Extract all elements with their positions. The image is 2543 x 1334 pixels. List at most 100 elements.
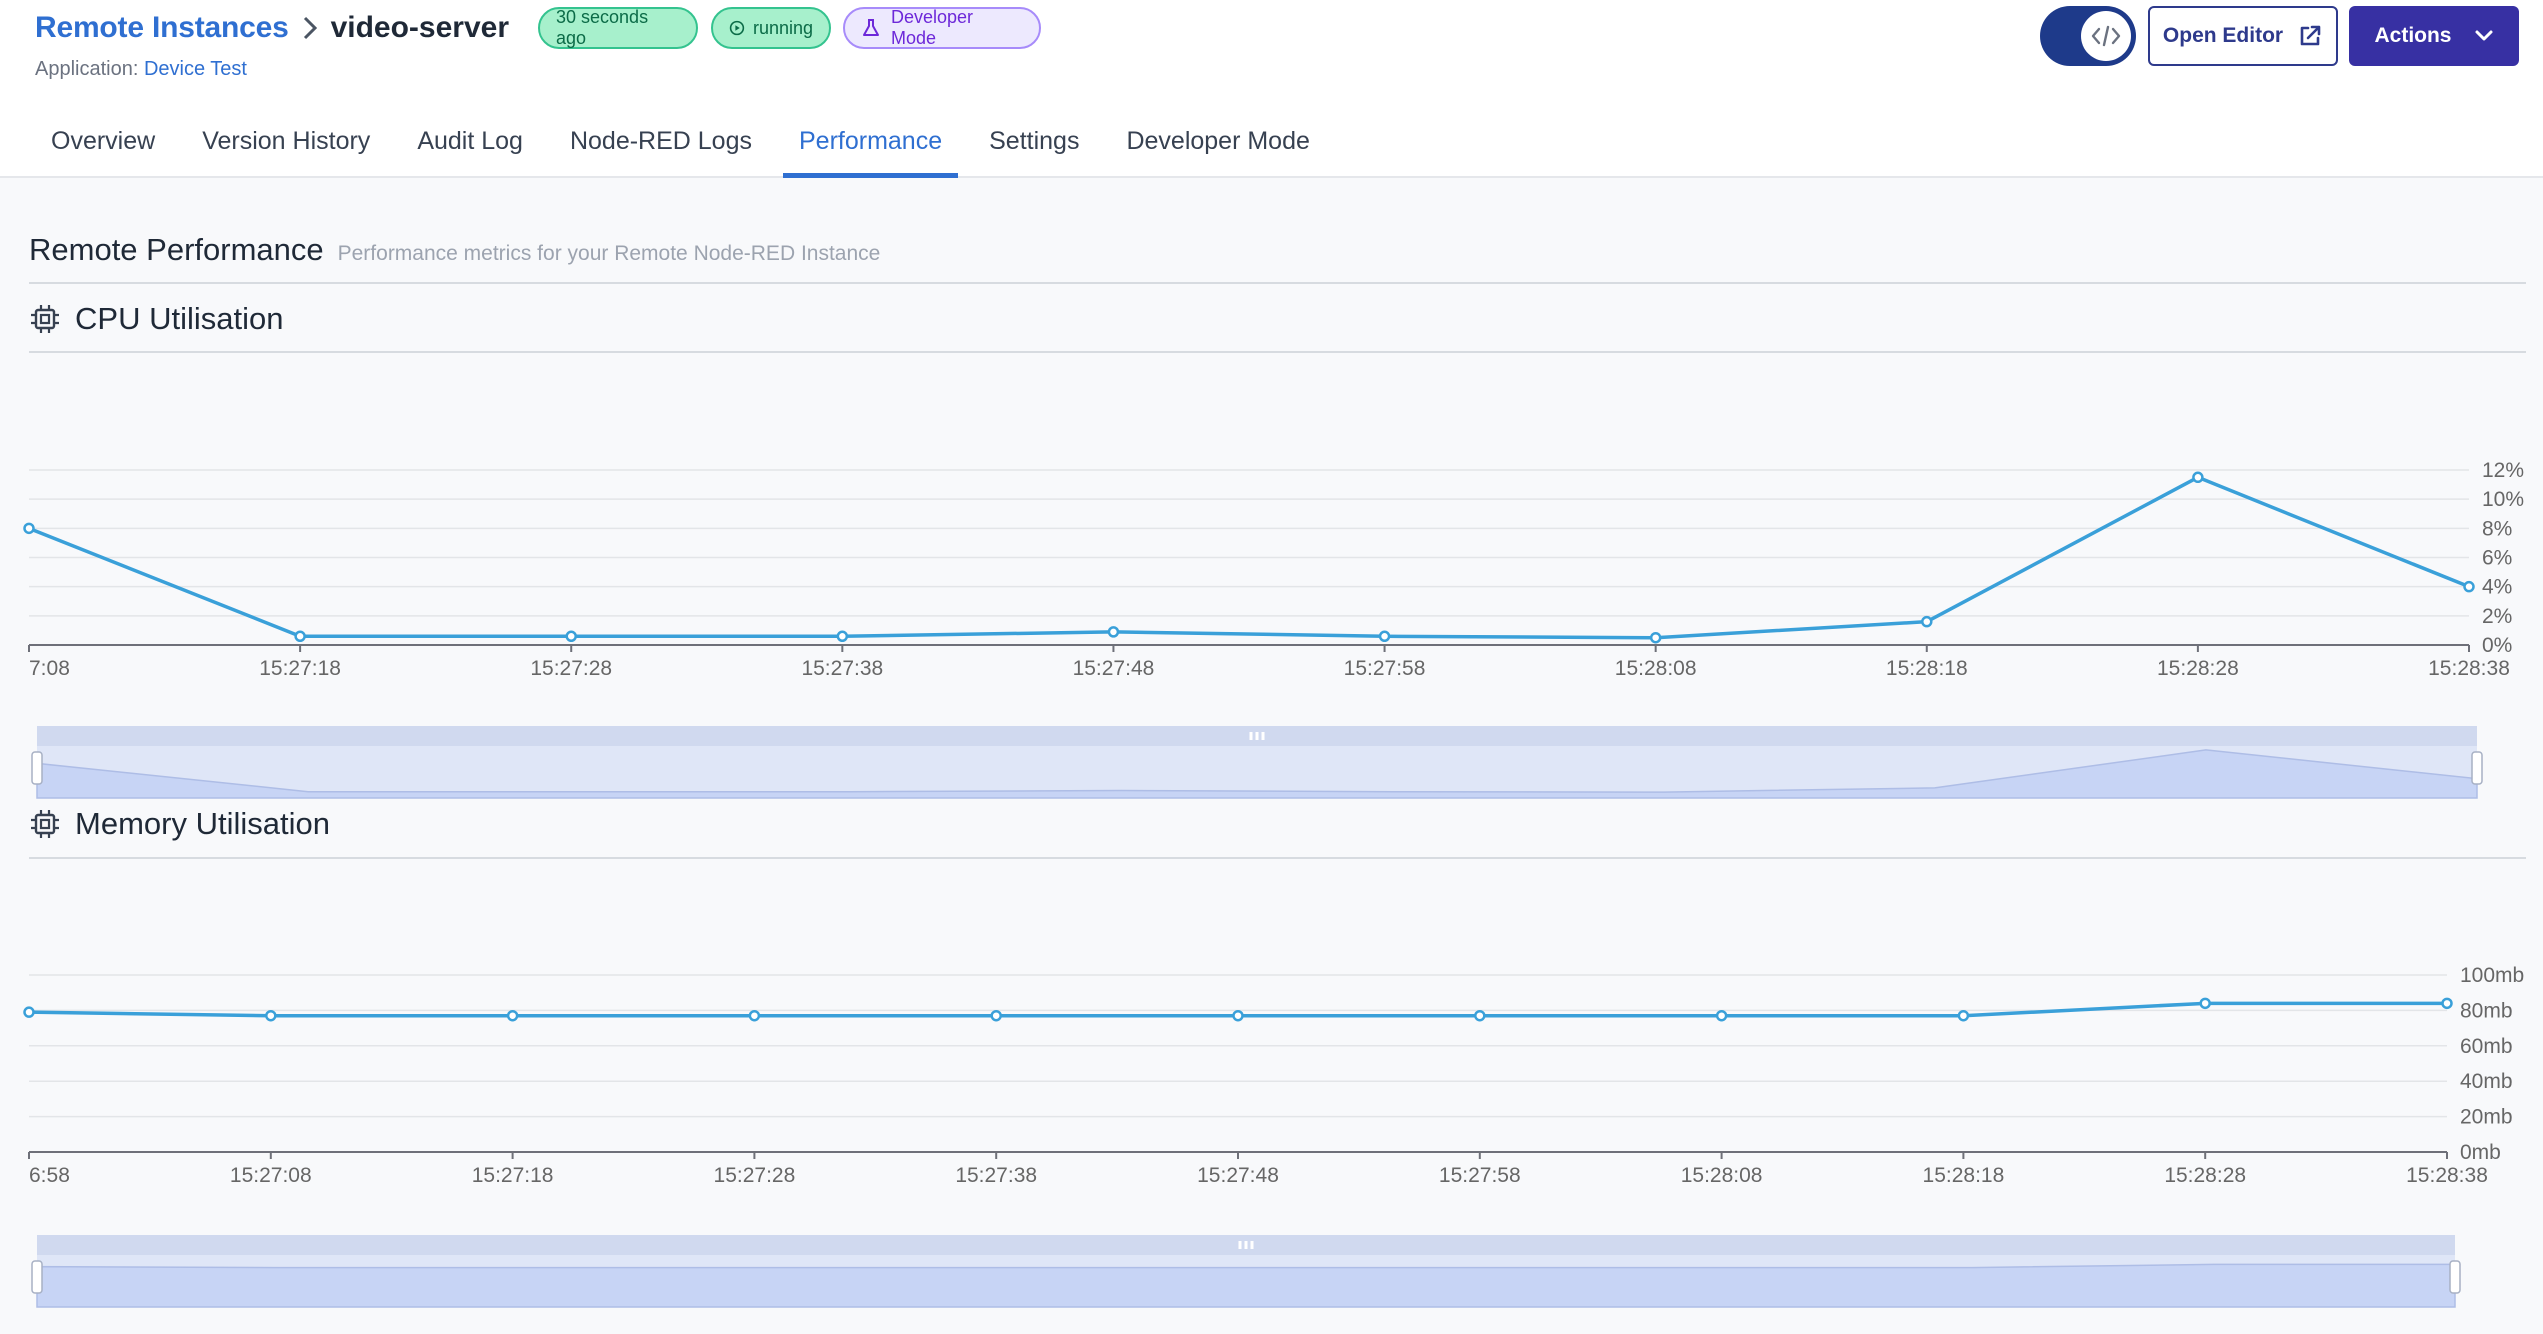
cpu-data-point [23, 522, 35, 535]
cpu-data-point [1921, 615, 1933, 628]
page-title: video-server [330, 11, 509, 44]
cpu-x-tick-label: 15:27:28 [530, 657, 612, 680]
cpu-data-point [2192, 471, 2204, 484]
status-badge: running [711, 7, 831, 49]
developer-mode-toggle[interactable] [2040, 6, 2136, 66]
memory-data-point [1474, 1009, 1486, 1022]
memory-x-tick-label: 15:27:08 [230, 1164, 312, 1187]
tab-version-history[interactable]: Version History [186, 118, 386, 178]
cpu-data-point [1649, 631, 1662, 644]
breadcrumb-remote-instances-link[interactable]: Remote Instances [35, 11, 289, 45]
developer-mode-label: Developer Mode [890, 7, 974, 48]
performance-section-header: Remote Performance Performance metrics f… [29, 232, 880, 268]
application-link[interactable]: Device Test [144, 58, 247, 80]
cpu-y-tick-label: 10% [2482, 488, 2524, 511]
cpu-data-point [565, 630, 577, 642]
cpu-utilisation-chart: 0% 2% 4% 6% 8% 10% 12% 7:08 15:27:18 15:27:28 15:2… [23, 459, 2524, 799]
cpu-y-tick-label: 4% [2482, 576, 2512, 599]
last-seen-badge: 30 seconds ago [538, 7, 698, 49]
memory-chart-header: Memory Utilisation [29, 804, 330, 844]
cpu-data-point [1378, 630, 1391, 642]
breadcrumb: Remote Instances video-server [35, 8, 509, 48]
cpu-data-point [836, 630, 849, 642]
memory-x-tick-label: 15:27:48 [1197, 1164, 1279, 1187]
cpu-x-tick-label: 15:28:08 [1615, 657, 1697, 680]
cpu-chart-title: CPU Utilisation [75, 301, 284, 336]
memory-zoom-handle-left[interactable] [31, 1260, 43, 1294]
cpu-x-tick-label: 15:27:48 [1073, 657, 1155, 680]
cpu-chart-divider [29, 351, 2526, 353]
open-editor-button[interactable]: Open Editor [2148, 6, 2338, 66]
tab-performance[interactable]: Performance [782, 118, 959, 178]
memory-data-point [2199, 997, 2211, 1010]
memory-y-tick-label: 20mb [2460, 1106, 2513, 1129]
memory-zoom-grip [1250, 1241, 1254, 1249]
memory-x-tick-label: 15:27:18 [472, 1164, 554, 1187]
cpu-zoom-grip [1261, 732, 1265, 740]
memory-zoom-handle-right[interactable] [2449, 1260, 2461, 1294]
memory-x-tick-label: 15:27:28 [714, 1164, 796, 1187]
cpu-y-tick-label: 12% [2482, 459, 2524, 482]
cpu-zoom-handle-left[interactable] [31, 751, 43, 785]
cpu-x-tick-label: 15:28:38 [2428, 657, 2510, 680]
open-editor-label: Open Editor [2162, 24, 2284, 47]
tab-developer-mode[interactable]: Developer Mode [1110, 118, 1325, 178]
section-divider [29, 282, 2526, 284]
memory-zoom-grip [1238, 1241, 1242, 1249]
code-icon [2081, 11, 2131, 61]
memory-data-point [506, 1009, 519, 1022]
tab-bar: Overview Version History Audit Log Node-… [35, 118, 1341, 178]
tab-node-red-logs[interactable]: Node-RED Logs [554, 118, 768, 178]
memory-x-tick-label: 15:27:38 [955, 1164, 1037, 1187]
memory-zoom-grip [1244, 1241, 1248, 1249]
status-label: running [752, 17, 813, 38]
tab-audit-log[interactable]: Audit Log [401, 118, 539, 178]
memory-x-tick-label: 15:28:38 [2406, 1164, 2488, 1187]
memory-utilisation-chart: 0mb 20mb 40mb 60mb 80mb 100mb 6:58 15:27:08 15:2… [23, 964, 2524, 1308]
memory-y-tick-label: 0mb [2460, 1141, 2501, 1164]
cpu-y-tick-label: 8% [2482, 517, 2512, 540]
memory-data-point [990, 1009, 1002, 1022]
memory-x-tick-label: 6:58 [29, 1164, 70, 1187]
actions-label: Actions [2374, 24, 2452, 47]
memory-chart-title: Memory Utilisation [75, 806, 330, 841]
cpu-y-tick-label: 2% [2482, 605, 2512, 628]
memory-data-point [1957, 1009, 1970, 1022]
memory-x-tick-label: 15:28:18 [1923, 1164, 2005, 1187]
application-label: Application: [35, 58, 139, 80]
cpu-y-tick-label: 0% [2482, 634, 2512, 657]
memory-x-tick-label: 15:27:58 [1439, 1164, 1521, 1187]
memory-y-tick-label: 40mb [2460, 1070, 2513, 1093]
memory-chart-divider [29, 857, 2526, 859]
play-circle-icon [729, 20, 745, 36]
tab-overview[interactable]: Overview [35, 118, 171, 178]
cpu-x-tick-label: 15:27:38 [801, 657, 883, 680]
memory-data-point [23, 1006, 35, 1018]
memory-data-point [748, 1009, 761, 1022]
memory-y-tick-label: 60mb [2460, 1035, 2513, 1058]
memory-data-point [2441, 997, 2453, 1010]
cpu-chart-header: CPU Utilisation [29, 299, 283, 339]
memory-y-tick-label: 80mb [2460, 999, 2513, 1022]
beaker-icon [862, 19, 879, 36]
chevron-down-icon [2475, 30, 2492, 41]
cpu-data-point [2463, 580, 2475, 593]
developer-mode-badge: Developer Mode [843, 7, 1041, 49]
cpu-zoom-grip [1255, 732, 1259, 740]
chevron-right-icon [301, 15, 319, 41]
tab-settings[interactable]: Settings [973, 118, 1095, 178]
cpu-chip-icon [31, 810, 59, 838]
memory-x-tick-label: 15:28:08 [1681, 1164, 1763, 1187]
page-header: Remote Instances video-server 30 seconds… [0, 0, 2543, 178]
cpu-x-tick-label: 7:08 [29, 657, 70, 680]
cpu-zoom-handle-right[interactable] [2471, 751, 2483, 785]
cpu-data-point [294, 630, 306, 642]
cpu-data-point [1107, 626, 1120, 638]
memory-data-point [1232, 1009, 1244, 1022]
memory-data-point [265, 1009, 277, 1022]
application-line: Application: Device Test [35, 58, 247, 81]
actions-button[interactable]: Actions [2349, 6, 2519, 66]
cpu-y-tick-label: 6% [2482, 547, 2512, 570]
external-link-icon [2300, 25, 2321, 46]
cpu-x-tick-label: 15:27:58 [1344, 657, 1426, 680]
